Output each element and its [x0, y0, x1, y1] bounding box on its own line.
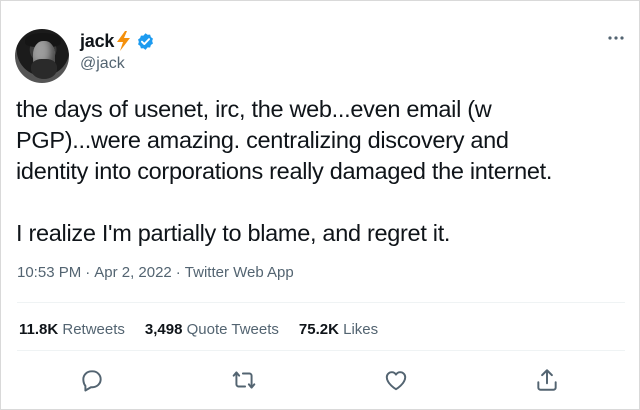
meta-separator: ·: [175, 264, 181, 281]
share-icon[interactable]: [534, 367, 560, 393]
avatar[interactable]: [15, 29, 69, 83]
likes-stat[interactable]: 75.2K Likes: [299, 321, 378, 338]
tweet-card: jack @jack the days of usenet, irc, the …: [0, 0, 640, 410]
tweet-paragraph-1: the days of usenet, irc, the web...even …: [16, 96, 553, 184]
author-name-row[interactable]: jack: [80, 30, 155, 52]
engagement-stats: 11.8K Retweets 3,498 Quote Tweets 75.2K …: [19, 321, 378, 338]
quote-tweets-stat[interactable]: 3,498 Quote Tweets: [145, 321, 279, 338]
retweet-icon[interactable]: [231, 367, 257, 393]
reply-icon[interactable]: [79, 367, 105, 393]
quote-tweets-label: Quote Tweets: [186, 321, 279, 338]
retweets-label: Retweets: [62, 321, 125, 338]
meta-separator: ·: [85, 264, 91, 281]
divider: [17, 302, 625, 303]
tweet-paragraph-2: I realize I'm partially to blame, and re…: [16, 220, 451, 246]
tweet-time[interactable]: 10:53 PM: [17, 264, 81, 281]
verified-badge-icon: [136, 32, 155, 51]
tweet-text: the days of usenet, irc, the web...even …: [16, 94, 628, 249]
likes-label: Likes: [343, 321, 379, 338]
author-display-name[interactable]: jack: [80, 31, 114, 52]
tweet-meta: 10:53 PM · Apr 2, 2022 · Twitter Web App: [17, 264, 294, 281]
likes-count: 75.2K: [298, 321, 339, 338]
author-handle[interactable]: @jack: [80, 55, 125, 73]
more-options-icon[interactable]: [607, 33, 625, 43]
quote-tweets-count: 3,498: [144, 321, 183, 338]
retweets-count: 11.8K: [19, 321, 59, 338]
like-icon[interactable]: [383, 367, 409, 393]
tweet-source[interactable]: Twitter Web App: [185, 264, 294, 281]
lightning-bolt-icon: [115, 31, 131, 51]
action-bar: [1, 367, 640, 399]
avatar-beard: [31, 59, 57, 79]
retweets-stat[interactable]: 11.8K Retweets: [19, 321, 125, 338]
tweet-date[interactable]: Apr 2, 2022: [94, 264, 172, 281]
divider: [17, 350, 625, 351]
